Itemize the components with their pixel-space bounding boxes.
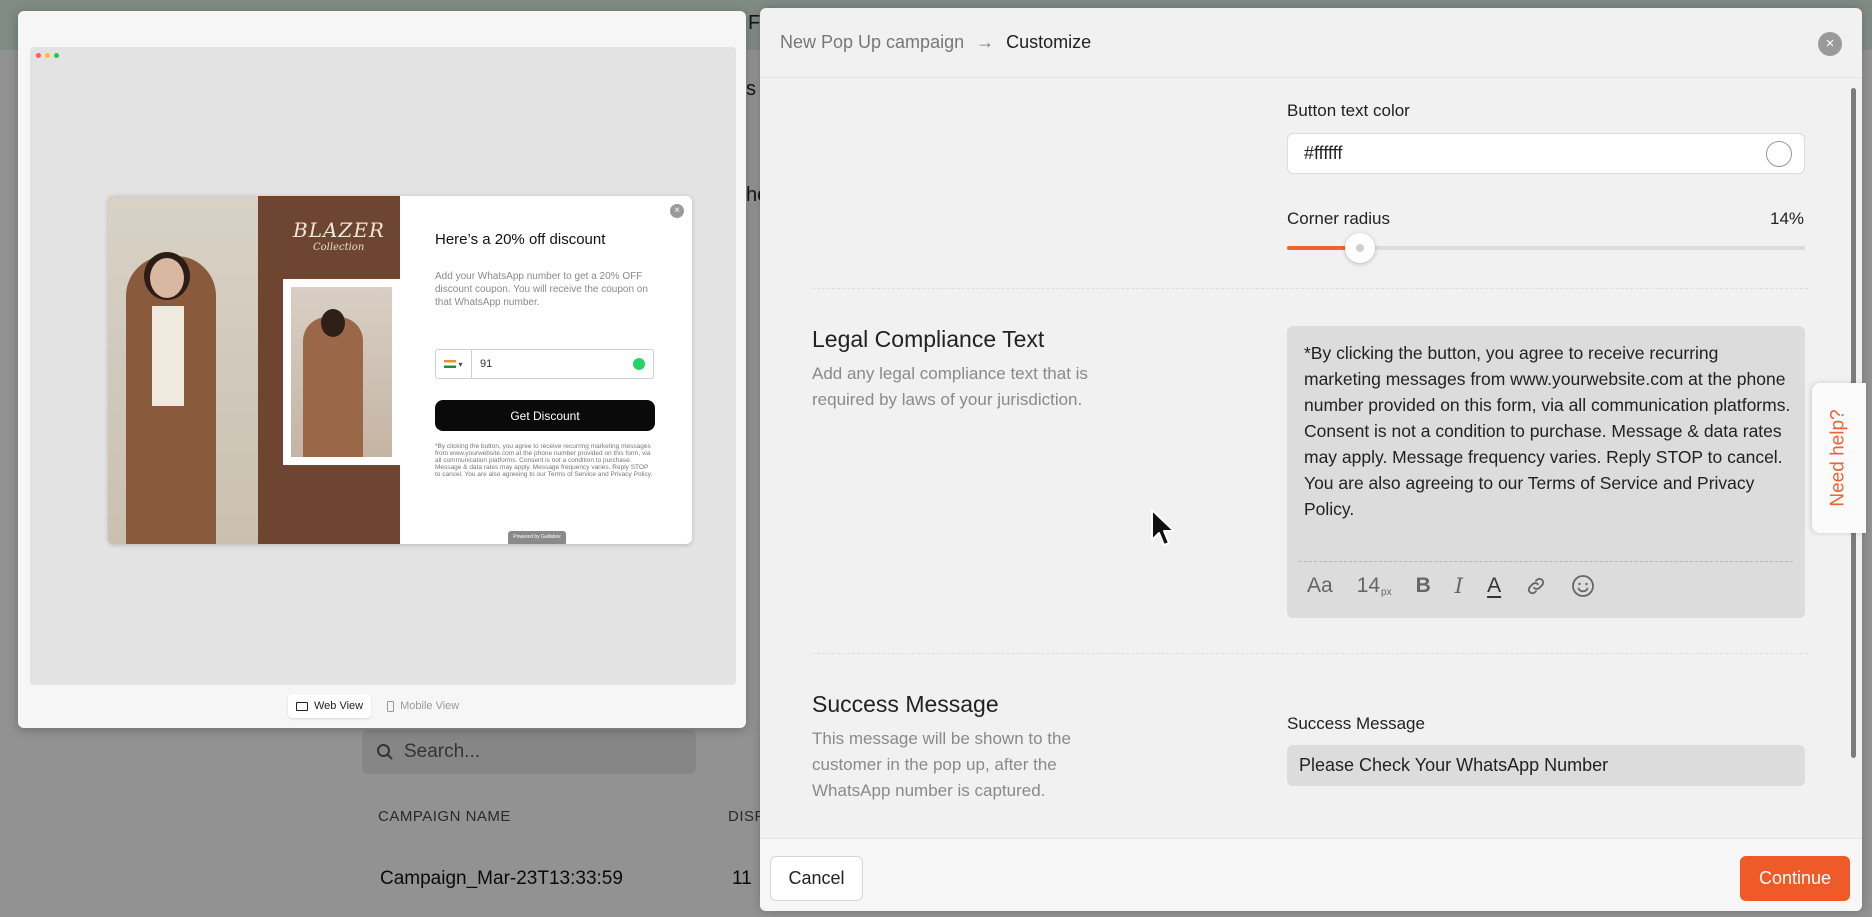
popup-image: BLAZER Collection <box>108 196 400 544</box>
popup-preview: BLAZER Collection × Here’s a 20% off dis… <box>108 196 692 544</box>
india-flag-icon <box>444 360 457 368</box>
italic-button[interactable]: I <box>1455 574 1463 598</box>
model-shirt <box>152 306 184 406</box>
popup-description: Add your WhatsApp number to get a 20% OF… <box>435 271 648 308</box>
popup-close-icon[interactable]: × <box>670 204 684 218</box>
corner-radius-slider[interactable] <box>1287 233 1805 263</box>
inner-model-coat <box>303 317 363 457</box>
cancel-button[interactable]: Cancel <box>770 856 863 901</box>
web-view-label: Web View <box>314 700 364 712</box>
monitor-icon <box>296 701 308 711</box>
mobile-view-label: Mobile View <box>400 700 460 712</box>
legal-section-description: Add any legal compliance text that is re… <box>812 364 1088 409</box>
need-help-label: Need help? <box>1828 409 1850 507</box>
font-size-button[interactable]: 14 px <box>1357 574 1392 598</box>
red-dot-icon <box>36 53 41 58</box>
mouse-cursor-icon <box>1151 509 1175 546</box>
preview-window: BLAZER Collection × Here’s a 20% off dis… <box>18 11 746 728</box>
web-view-button[interactable]: Web View <box>288 694 372 718</box>
section-divider <box>812 653 1808 654</box>
green-dot-icon <box>54 53 59 58</box>
legal-section-title: Legal Compliance Text <box>812 326 1045 352</box>
font-family-button[interactable]: Aa <box>1307 574 1333 598</box>
section-divider <box>812 288 1808 289</box>
breadcrumb-customize: Customize <box>1006 32 1092 52</box>
need-help-tab[interactable]: Need help? <box>1812 383 1866 533</box>
popup-title: Here’s a 20% off discount <box>435 231 606 248</box>
customize-panel: New Pop Up campaign → Customize × Button… <box>760 8 1862 911</box>
button-text-color-input[interactable]: #ffffff <box>1287 133 1805 174</box>
success-message-label: Success Message <box>1287 714 1425 733</box>
text-color-button[interactable]: A <box>1487 574 1501 598</box>
success-section-title: Success Message <box>812 691 999 717</box>
yellow-dot-icon <box>45 53 50 58</box>
get-discount-button[interactable]: Get Discount <box>435 400 655 431</box>
legal-text-content[interactable]: *By clicking the button, you agree to re… <box>1304 340 1794 522</box>
brand-subtitle: Collection <box>313 242 365 253</box>
font-size-unit: px <box>1381 587 1392 598</box>
close-icon[interactable]: × <box>1818 32 1842 56</box>
button-text-color-label: Button text color <box>1287 101 1410 120</box>
popup-legal-text: *By clicking the button, you agree to re… <box>435 443 653 478</box>
phone-value: 91 <box>480 358 493 370</box>
chevron-down-icon: ▾ <box>458 359 463 369</box>
window-dots <box>36 53 59 58</box>
corner-radius-value: 14% <box>1770 209 1805 228</box>
panel-footer: Cancel Continue <box>760 838 1862 911</box>
font-size-value: 14 <box>1356 574 1381 597</box>
slider-thumb[interactable] <box>1344 233 1375 263</box>
emoji-icon[interactable] <box>1571 574 1595 598</box>
corner-radius-label: Corner radius <box>1287 209 1390 228</box>
whatsapp-icon <box>633 358 645 370</box>
color-swatch[interactable] <box>1766 141 1792 167</box>
brand-title: BLAZER <box>293 218 385 242</box>
color-hex-value: #ffffff <box>1304 143 1343 163</box>
editor-divider <box>1299 561 1793 562</box>
link-icon[interactable] <box>1525 575 1547 597</box>
bold-button[interactable]: B <box>1416 574 1431 598</box>
country-selector[interactable]: ▾ <box>436 350 472 378</box>
inner-model-head <box>321 309 345 337</box>
inner-photo <box>291 287 392 457</box>
arrow-right-icon: → <box>976 32 995 52</box>
continue-button[interactable]: Continue <box>1740 856 1850 901</box>
mobile-view-button[interactable]: Mobile View <box>379 694 467 718</box>
panel-header: New Pop Up campaign → Customize <box>760 8 1862 78</box>
success-message-input[interactable]: Please Check Your WhatsApp Number <box>1287 745 1805 786</box>
success-section-description: This message will be shown to the custom… <box>812 729 1071 800</box>
powered-by-badge: Powered by Gallabox <box>508 531 566 544</box>
phone-input[interactable]: ▾ 91 <box>435 349 654 379</box>
legal-text-editor[interactable]: *By clicking the button, you agree to re… <box>1287 326 1805 618</box>
inner-photo-frame <box>283 279 400 465</box>
model-face <box>150 258 184 298</box>
mobile-icon <box>387 700 395 712</box>
editor-toolbar: Aa 14 px B I A <box>1307 574 1619 598</box>
view-toggle: Web View Mobile View <box>288 694 467 718</box>
breadcrumb-campaign[interactable]: New Pop Up campaign <box>780 32 964 53</box>
